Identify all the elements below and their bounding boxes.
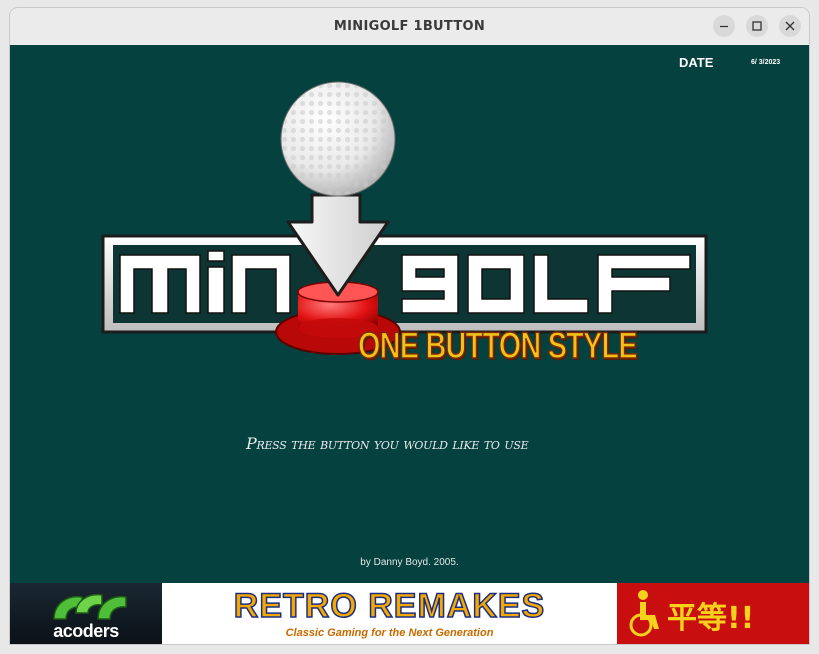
close-icon [785, 21, 795, 31]
game-screen[interactable]: DATE 6/ 3/2023 ONE BUTTON STYLE Press th… [10, 45, 809, 583]
acoders-logo[interactable]: acoders [10, 583, 162, 644]
close-button[interactable] [779, 15, 801, 37]
retro-remakes-title: RETRO REMAKES [233, 586, 546, 626]
minimize-button[interactable] [713, 15, 735, 37]
press-button-prompt: Press the button you would like to use [246, 434, 529, 453]
minimize-icon [720, 25, 728, 28]
retro-remakes-tagline: Classic Gaming for the Next Generation [285, 627, 494, 639]
retro-remakes-logo[interactable]: RETRO REMAKES Classic Gaming for the Nex… [162, 583, 617, 644]
window-title: MINIGOLF 1BUTTON [333, 19, 486, 34]
accessibility-logo[interactable]: 平等!! [617, 583, 809, 644]
maximize-button[interactable] [746, 15, 768, 37]
logo-subtitle: ONE BUTTON STYLE [357, 324, 638, 367]
equality-text: 平等!! [667, 601, 755, 636]
author-credit: by Danny Boyd. 2005. [360, 557, 459, 568]
acoders-text: acoders [53, 621, 119, 641]
minigolf-logo [101, 81, 708, 355]
app-window: MINIGOLF 1BUTTON DATE 6/ 3/2023 ONE BUTT… [10, 8, 809, 644]
maximize-icon [752, 21, 762, 31]
sponsor-banner: acoders RETRO REMAKES Classic Gaming for… [10, 583, 809, 644]
title-bar[interactable]: MINIGOLF 1BUTTON [10, 8, 809, 46]
acoders-emblem-icon [53, 593, 127, 620]
wheelchair-icon [629, 590, 659, 637]
